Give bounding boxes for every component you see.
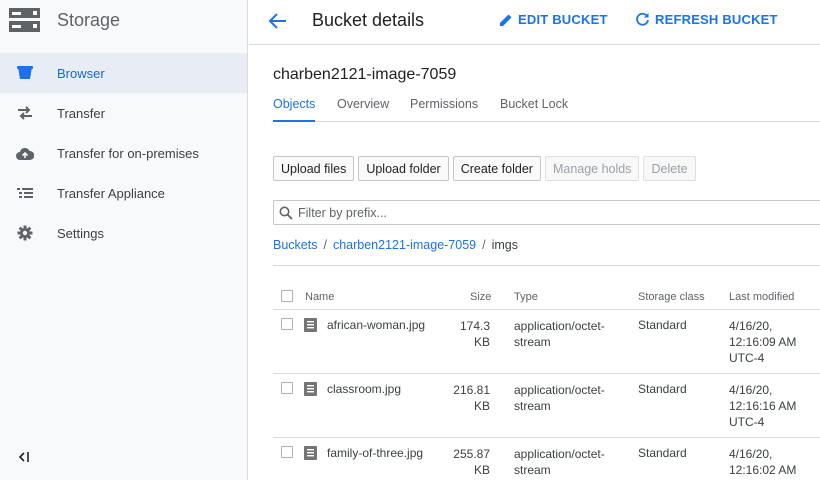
tab-objects[interactable]: Objects	[273, 97, 316, 122]
page-title: Bucket details	[312, 10, 425, 30]
file-icon	[304, 446, 317, 460]
sidebar-title: Storage	[57, 9, 121, 30]
storage-app: Storage Browser Transfer Transfer for on…	[0, 0, 820, 480]
objects-table: Name Size Type Storage class Last modifi…	[273, 281, 820, 480]
sidebar-item-transfer-on-premises[interactable]: Transfer for on-premises	[0, 133, 247, 173]
last-modified: 4/16/20, 12:16:09 AM UTC-4	[729, 319, 797, 365]
sidebar-item-label: Browser	[57, 65, 105, 81]
table-row[interactable]: classroom.jpg 216.81 KB application/octe…	[273, 374, 820, 438]
bucket-icon	[15, 63, 35, 83]
collapse-sidebar-icon[interactable]	[17, 450, 31, 464]
file-icon	[304, 318, 317, 332]
breadcrumb-bucket-link[interactable]: charben2121-image-7059	[333, 238, 476, 252]
refresh-icon	[636, 12, 649, 26]
sidebar: Storage Browser Transfer Transfer for on…	[0, 0, 248, 480]
file-size: 216.81 KB	[453, 383, 490, 413]
column-header-last-modified[interactable]: Last modified	[729, 291, 794, 303]
create-folder-button[interactable]: Create folder	[452, 156, 541, 181]
column-header-type[interactable]: Type	[514, 291, 538, 303]
file-size: 255.87 KB	[453, 447, 490, 477]
list-icon	[15, 183, 35, 203]
edit-bucket-label: EDIT BUCKET	[518, 12, 608, 27]
sidebar-header: Storage	[0, 0, 247, 40]
last-modified: 4/16/20, 12:16:16 AM UTC-4	[729, 383, 797, 429]
breadcrumb-separator: /	[482, 238, 486, 252]
sidebar-item-settings[interactable]: Settings	[0, 213, 247, 253]
file-type: application/octet-stream	[514, 447, 605, 477]
file-name[interactable]: family-of-three.jpg	[327, 446, 423, 460]
cloud-upload-icon	[15, 143, 35, 163]
filter-box	[273, 200, 820, 225]
file-name[interactable]: classroom.jpg	[327, 382, 401, 396]
sidebar-item-label: Transfer for on-premises	[57, 145, 199, 161]
row-checkbox[interactable]	[281, 382, 293, 394]
file-size: 174.3 KB	[459, 319, 490, 349]
storage-class: Standard	[638, 446, 687, 460]
transfer-arrows-icon	[15, 103, 35, 123]
breadcrumb-separator: /	[323, 238, 327, 252]
table-row[interactable]: family-of-three.jpg 255.87 KB applicatio…	[273, 438, 820, 480]
file-type: application/octet-stream	[514, 383, 605, 413]
sidebar-item-label: Transfer	[57, 105, 105, 121]
tab-permissions[interactable]: Permissions	[410, 97, 478, 122]
pencil-icon	[500, 14, 512, 26]
storage-class: Standard	[638, 318, 687, 332]
sidebar-item-browser[interactable]: Browser	[0, 53, 247, 93]
gear-icon	[15, 223, 35, 243]
sidebar-item-transfer-appliance[interactable]: Transfer Appliance	[0, 173, 247, 213]
table-header: Name Size Type Storage class Last modifi…	[273, 281, 820, 310]
file-type: application/octet-stream	[514, 319, 605, 349]
row-checkbox[interactable]	[281, 446, 293, 458]
file-name[interactable]: african-woman.jpg	[327, 318, 425, 332]
refresh-bucket-button[interactable]: REFRESH BUCKET	[635, 12, 778, 27]
delete-button[interactable]: Delete	[643, 156, 696, 181]
filter-input[interactable]	[298, 205, 798, 220]
row-checkbox[interactable]	[281, 318, 293, 330]
object-toolbar: Upload files Upload folder Create folder…	[273, 156, 700, 181]
sidebar-nav: Browser Transfer Transfer for on-premise…	[0, 53, 247, 253]
table-row[interactable]: african-woman.jpg 174.3 KB application/o…	[273, 310, 820, 374]
refresh-bucket-label: REFRESH BUCKET	[655, 12, 778, 27]
storage-class: Standard	[638, 382, 687, 396]
search-icon	[279, 206, 293, 220]
last-modified: 4/16/20, 12:16:02 AM	[729, 447, 797, 477]
sidebar-item-label: Transfer Appliance	[57, 185, 165, 201]
manage-holds-button[interactable]: Manage holds	[544, 156, 640, 181]
sidebar-item-label: Settings	[57, 225, 104, 241]
divider	[273, 265, 820, 266]
sidebar-item-transfer[interactable]: Transfer	[0, 93, 247, 133]
main-content: Bucket details EDIT BUCKET REFRESH BUCKE…	[249, 0, 820, 480]
breadcrumb: Buckets / charben2121-image-7059 / imgs	[273, 238, 518, 252]
tab-bucket-lock[interactable]: Bucket Lock	[500, 97, 568, 122]
back-arrow-icon[interactable]	[266, 9, 290, 33]
column-header-storage-class[interactable]: Storage class	[638, 291, 705, 303]
column-header-name[interactable]: Name	[305, 291, 334, 303]
top-bar: Bucket details EDIT BUCKET REFRESH BUCKE…	[249, 0, 820, 45]
bucket-name: charben2121-image-7059	[273, 66, 457, 83]
breadcrumb-buckets-link[interactable]: Buckets	[273, 238, 317, 252]
file-icon	[304, 382, 317, 396]
upload-files-button[interactable]: Upload files	[273, 156, 355, 181]
column-header-size[interactable]: Size	[470, 291, 491, 303]
tab-overview[interactable]: Overview	[337, 97, 389, 122]
bucket-tabs: Objects Overview Permissions Bucket Lock	[273, 96, 820, 122]
breadcrumb-current-folder: imgs	[491, 238, 519, 252]
upload-folder-button[interactable]: Upload folder	[358, 156, 449, 181]
select-all-checkbox[interactable]	[281, 290, 293, 302]
storage-logo-icon	[9, 8, 40, 32]
edit-bucket-button[interactable]: EDIT BUCKET	[499, 12, 608, 27]
